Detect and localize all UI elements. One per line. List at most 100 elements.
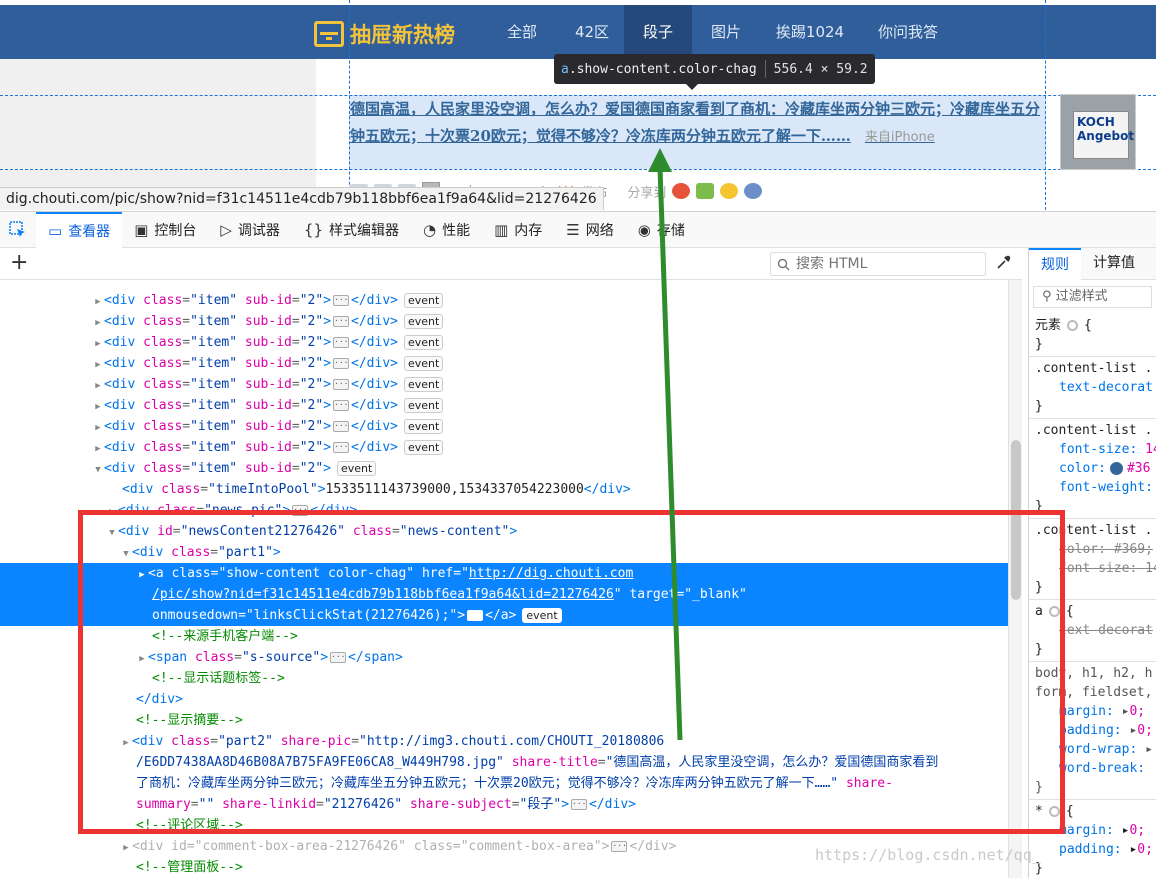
- news-title-link[interactable]: 德国高温，人民家里没空调，怎么办？爱国德国商家看到了商机：冷藏库坐两分钟三欧元；…: [350, 96, 1046, 151]
- event-badge[interactable]: event: [403, 377, 444, 392]
- inspector-tooltip: a .show-content.color-chag 556.4 × 59.2: [554, 54, 875, 90]
- rule-property[interactable]: font-size:: [1059, 561, 1137, 576]
- filter-placeholder: 过滤样式: [1055, 289, 1108, 304]
- news-title-text[interactable]: 德国高温，人民家里没空调，怎么办？爱国德国商家看到了商机：冷藏库坐两分钟三欧元；…: [350, 100, 1040, 145]
- rule-property[interactable]: text-decorat: [1059, 623, 1153, 638]
- search-html-box[interactable]: [770, 252, 986, 276]
- rule-property[interactable]: font-weight:: [1059, 480, 1153, 495]
- rule-value[interactable]: 0;: [1129, 704, 1145, 719]
- rule-property[interactable]: margin:: [1059, 704, 1114, 719]
- rule-value[interactable]: #369;: [1114, 542, 1153, 557]
- rule-property[interactable]: padding:: [1059, 842, 1122, 857]
- tab-rules[interactable]: 规则: [1029, 248, 1081, 280]
- collapsed-content[interactable]: ···: [611, 841, 628, 852]
- element-picker-icon[interactable]: [0, 212, 36, 248]
- douban-icon[interactable]: [696, 183, 715, 199]
- color-swatch[interactable]: [1109, 462, 1123, 475]
- rule-property[interactable]: margin:: [1059, 823, 1114, 838]
- tab-3[interactable]: {} 样式编辑器: [292, 212, 411, 248]
- event-badge[interactable]: event: [403, 419, 444, 434]
- event-badge[interactable]: event: [403, 356, 444, 371]
- event-badge[interactable]: event: [403, 293, 444, 308]
- collapsed-content[interactable]: ···: [333, 400, 350, 411]
- collapse-arrow-icon[interactable]: ▼: [92, 460, 104, 481]
- expand-arrow-icon[interactable]: ▶: [92, 376, 104, 397]
- expand-arrow-icon[interactable]: ▶: [92, 418, 104, 439]
- rule-property[interactable]: text-decorat: [1059, 380, 1153, 395]
- tab-label: 控制台: [154, 222, 197, 239]
- event-badge[interactable]: event: [403, 335, 444, 350]
- tree-line[interactable]: ▶ <div class="item" sub-id="2"> ··· </div> e…: [0, 353, 1008, 374]
- tree-line[interactable]: ▶ <div class="item" sub-id="2"> ··· </div> e…: [0, 332, 1008, 353]
- tab-1[interactable]: ▣ 控制台: [122, 212, 208, 248]
- nav-item-2[interactable]: 段子: [624, 5, 692, 59]
- tab-computed[interactable]: 计算值: [1081, 248, 1147, 280]
- site-logo[interactable]: 抽屉新热榜: [314, 19, 455, 49]
- eyedropper-icon[interactable]: [996, 254, 1012, 274]
- expand-arrow-icon[interactable]: ▶: [92, 313, 104, 334]
- weibo-icon[interactable]: [672, 183, 691, 199]
- expand-arrow-icon[interactable]: ▶: [92, 439, 104, 460]
- tab-label: 内存: [514, 222, 543, 239]
- tree-line[interactable]: ▶ <div class="item" sub-id="2"> ··· </div> e…: [0, 290, 1008, 311]
- tab-0[interactable]: ▭ 查看器: [36, 211, 123, 248]
- rule-property[interactable]: font-size:: [1059, 442, 1137, 457]
- event-badge[interactable]: event: [403, 314, 444, 329]
- rule-value[interactable]: 0;: [1137, 723, 1153, 738]
- rule-value[interactable]: 14: [1145, 561, 1156, 576]
- collapsed-content[interactable]: ···: [333, 337, 350, 348]
- collapsed-content[interactable]: ···: [333, 442, 350, 453]
- rule-property[interactable]: padding:: [1059, 723, 1122, 738]
- collapsed-content[interactable]: ···: [333, 379, 350, 390]
- tree-line[interactable]: ▶ <div class="item" sub-id="2"> ··· </div> e…: [0, 395, 1008, 416]
- star-icon[interactable]: [720, 183, 739, 199]
- expand-arrow-icon[interactable]: ▶: [92, 334, 104, 355]
- rule-value[interactable]: 14: [1145, 442, 1156, 457]
- rule-property[interactable]: word-wrap:: [1059, 742, 1137, 757]
- expand-arrow-icon[interactable]: ▶: [92, 397, 104, 418]
- filter-styles-input[interactable]: ⚲ 过滤样式: [1033, 286, 1152, 308]
- nav-item-0[interactable]: 全部: [500, 5, 544, 59]
- nav-item-5[interactable]: 你问我答: [870, 5, 946, 59]
- rule-value[interactable]: 0;: [1137, 842, 1153, 857]
- tree-line[interactable]: ▶ <div class="item" sub-id="2"> ··· </div> e…: [0, 374, 1008, 395]
- tab-4[interactable]: ◔ 性能: [411, 212, 482, 248]
- rule-value[interactable]: #36: [1127, 461, 1150, 476]
- tree-line[interactable]: <div class="timeIntoPool">15335111437390…: [0, 479, 1008, 500]
- expand-arrow-icon[interactable]: ▶: [92, 292, 104, 313]
- tab-2[interactable]: ▷ 调试器: [208, 212, 292, 248]
- tab-label: 网络: [585, 222, 614, 239]
- nav-item-1[interactable]: 42区: [568, 5, 616, 59]
- expand-arrow-icon[interactable]: ▶: [92, 355, 104, 376]
- tree-line[interactable]: ▼ <div class="item" sub-id="2"> event: [0, 458, 1008, 479]
- news-thumbnail[interactable]: KOCH Angebot: [1060, 94, 1136, 170]
- collapsed-content[interactable]: ···: [333, 421, 350, 432]
- tree-line[interactable]: ▶ <div class="item" sub-id="2"> ··· </div> e…: [0, 416, 1008, 437]
- search-html-input[interactable]: [796, 256, 976, 272]
- sidebar-tabs: 规则 计算值: [1029, 248, 1156, 280]
- add-node-button[interactable]: +: [10, 251, 28, 275]
- tree-line[interactable]: ▶ <div class="item" sub-id="2"> ··· </div> e…: [0, 311, 1008, 332]
- collapsed-content[interactable]: ···: [333, 316, 350, 327]
- event-badge[interactable]: event: [403, 398, 444, 413]
- event-badge[interactable]: event: [337, 461, 377, 476]
- expand-arrow-icon[interactable]: ▶: [120, 838, 132, 859]
- renren-icon[interactable]: [744, 183, 763, 199]
- rule-property[interactable]: color:: [1059, 461, 1106, 476]
- collapsed-content[interactable]: ···: [333, 358, 350, 369]
- tab-6[interactable]: ☰ 网络: [554, 212, 625, 248]
- nav-item-3[interactable]: 图片: [702, 5, 750, 59]
- event-badge[interactable]: event: [403, 440, 444, 455]
- rule-value[interactable]: 0;: [1129, 823, 1145, 838]
- tab-5[interactable]: ▥ 内存: [482, 212, 554, 248]
- tab-label: 存储: [656, 222, 685, 239]
- rule-property[interactable]: word-break:: [1059, 761, 1145, 776]
- gear-icon[interactable]: [1067, 320, 1079, 331]
- tree-line[interactable]: ▶ <div class="item" sub-id="2"> ··· </div> e…: [0, 437, 1008, 458]
- tab-7[interactable]: ◉ 存储: [626, 212, 697, 248]
- collapsed-content[interactable]: ···: [333, 295, 350, 306]
- nav-item-4[interactable]: 挨踢1024: [770, 5, 850, 59]
- rule-property[interactable]: color:: [1059, 542, 1106, 557]
- tooltip-tag: a: [561, 61, 569, 77]
- rule-selector: .content-list .: [1035, 423, 1153, 438]
